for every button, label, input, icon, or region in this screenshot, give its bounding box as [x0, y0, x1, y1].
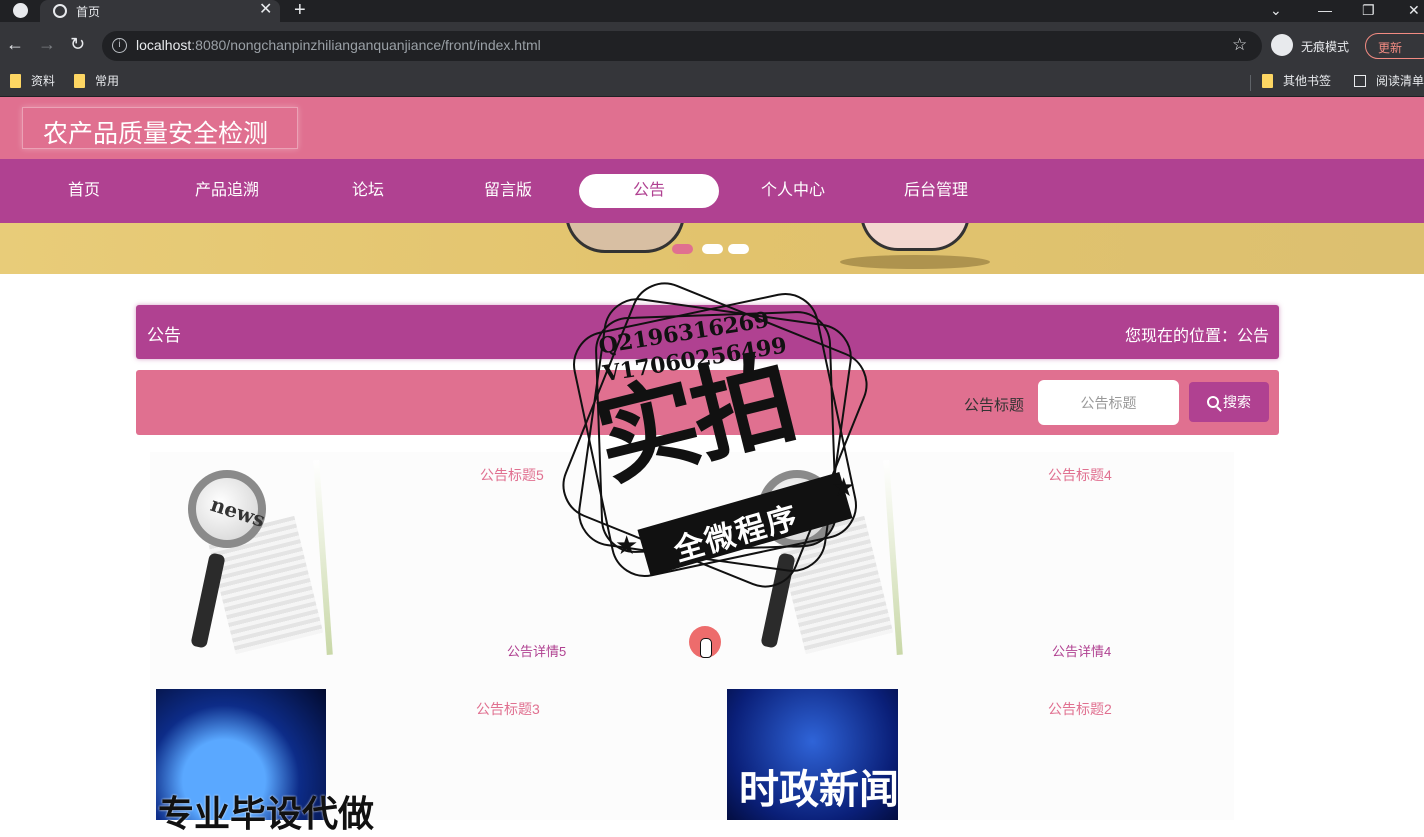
- search-input[interactable]: [1038, 380, 1179, 425]
- breadcrumb: 公告 您现在的位置：公告: [136, 305, 1279, 359]
- nav-item-personal-center[interactable]: 个人中心: [723, 174, 863, 208]
- back-icon[interactable]: ←: [6, 34, 24, 54]
- incognito-label[interactable]: 无痕模式: [1301, 38, 1349, 55]
- browser-toolbar: ← → ↻ i localhost:8080/nongchanpinzhilia…: [0, 22, 1424, 68]
- bookmarks-divider: [1250, 75, 1251, 91]
- nav-item-admin[interactable]: 后台管理: [866, 174, 1006, 208]
- card-detail[interactable]: 公告详情4: [1052, 641, 1111, 660]
- card-title[interactable]: 公告标题4: [1048, 465, 1112, 485]
- update-button[interactable]: 更新: [1365, 33, 1424, 59]
- site-title: 农产品质量安全检测: [43, 120, 269, 148]
- card-title[interactable]: 公告标题2: [1048, 699, 1112, 719]
- banner-shadow: [840, 255, 990, 269]
- folder-icon: [74, 73, 85, 88]
- restore-icon[interactable]: ❐: [1362, 0, 1375, 20]
- other-bookmarks[interactable]: 其他书签: [1262, 72, 1331, 89]
- nav-item-home[interactable]: 首页: [14, 174, 154, 208]
- magnifier-handle: [760, 552, 796, 649]
- search-icon: [1207, 396, 1219, 408]
- banner-illustration: [860, 223, 970, 251]
- forward-icon[interactable]: →: [38, 34, 56, 54]
- hand-cursor-icon: [700, 638, 712, 658]
- site-header: 农产品质量安全检测: [0, 97, 1424, 159]
- globe-icon: [53, 4, 67, 18]
- nav-item-forum[interactable]: 论坛: [298, 174, 438, 208]
- location-text: 您现在的位置：公告: [1124, 328, 1269, 345]
- reading-list-icon: [1354, 74, 1366, 87]
- image-overlay-text: 专业毕设代做: [158, 793, 375, 834]
- image-overlay-text: 时政新闻: [739, 768, 898, 812]
- nav-item-notice[interactable]: 公告: [579, 174, 719, 208]
- incognito-icon[interactable]: [1271, 34, 1293, 56]
- tab-search-icon[interactable]: ⌄: [1270, 0, 1282, 20]
- banner-carousel[interactable]: [0, 223, 1424, 274]
- search-bar: 公告标题 搜索: [136, 370, 1279, 435]
- bookmark-star-icon[interactable]: ☆: [1232, 35, 1247, 55]
- main-nav: 首页 产品追溯 论坛 留言版 公告 个人中心 后台管理: [0, 159, 1424, 223]
- site-logo-box[interactable]: 农产品质量安全检测: [22, 107, 298, 149]
- new-tab-icon[interactable]: +: [294, 0, 306, 21]
- carousel-dot[interactable]: [702, 244, 723, 254]
- address-bar[interactable]: i localhost:8080/nongchanpinzhilianganqu…: [102, 31, 1262, 61]
- site-info-icon[interactable]: i: [112, 38, 127, 53]
- close-tab-icon[interactable]: ✕: [259, 1, 272, 19]
- reading-list[interactable]: 阅读清单: [1354, 72, 1424, 89]
- magnifier-shape: [758, 470, 836, 548]
- search-button[interactable]: 搜索: [1189, 382, 1269, 422]
- carousel-dot[interactable]: [728, 244, 749, 254]
- carousel-dot[interactable]: [672, 244, 693, 254]
- magnifier-shape: news: [188, 470, 268, 548]
- card-title[interactable]: 公告标题5: [480, 465, 544, 485]
- browser-tab[interactable]: 首页 ✕: [40, 0, 280, 22]
- bookmark-folder[interactable]: 常用: [74, 72, 119, 89]
- news-magnifier-image[interactable]: [720, 455, 910, 660]
- bookmarks-bar: 资料 常用 其他书签 阅读清单: [0, 68, 1424, 97]
- magnifier-handle: [190, 552, 226, 649]
- window-close-icon[interactable]: ✕: [1408, 0, 1420, 20]
- search-label: 公告标题: [964, 397, 1025, 414]
- folder-icon: [10, 73, 21, 88]
- tab-title: 首页: [76, 5, 101, 19]
- reload-icon[interactable]: ↻: [70, 34, 85, 54]
- section-title: 公告: [147, 326, 181, 345]
- browser-app-icon[interactable]: [13, 3, 28, 18]
- nav-item-product-trace[interactable]: 产品追溯: [157, 174, 297, 208]
- card-detail[interactable]: 公告详情5: [507, 641, 566, 660]
- minimize-icon[interactable]: —: [1318, 0, 1332, 20]
- bookmark-folder[interactable]: 资料: [10, 72, 55, 89]
- card-title[interactable]: 公告标题3: [476, 699, 540, 719]
- banner-illustration: [565, 223, 685, 253]
- url-text[interactable]: localhost:8080/nongchanpinzhilianganquan…: [136, 37, 541, 53]
- news-magnifier-image[interactable]: news: [150, 455, 340, 660]
- nav-item-message-board[interactable]: 留言版: [438, 174, 578, 208]
- blue-news-image[interactable]: 时政新闻: [727, 689, 898, 820]
- browser-tab-strip: 首页 ✕ + ⌄ — ❐ ✕: [0, 0, 1424, 22]
- folder-icon: [1262, 73, 1273, 88]
